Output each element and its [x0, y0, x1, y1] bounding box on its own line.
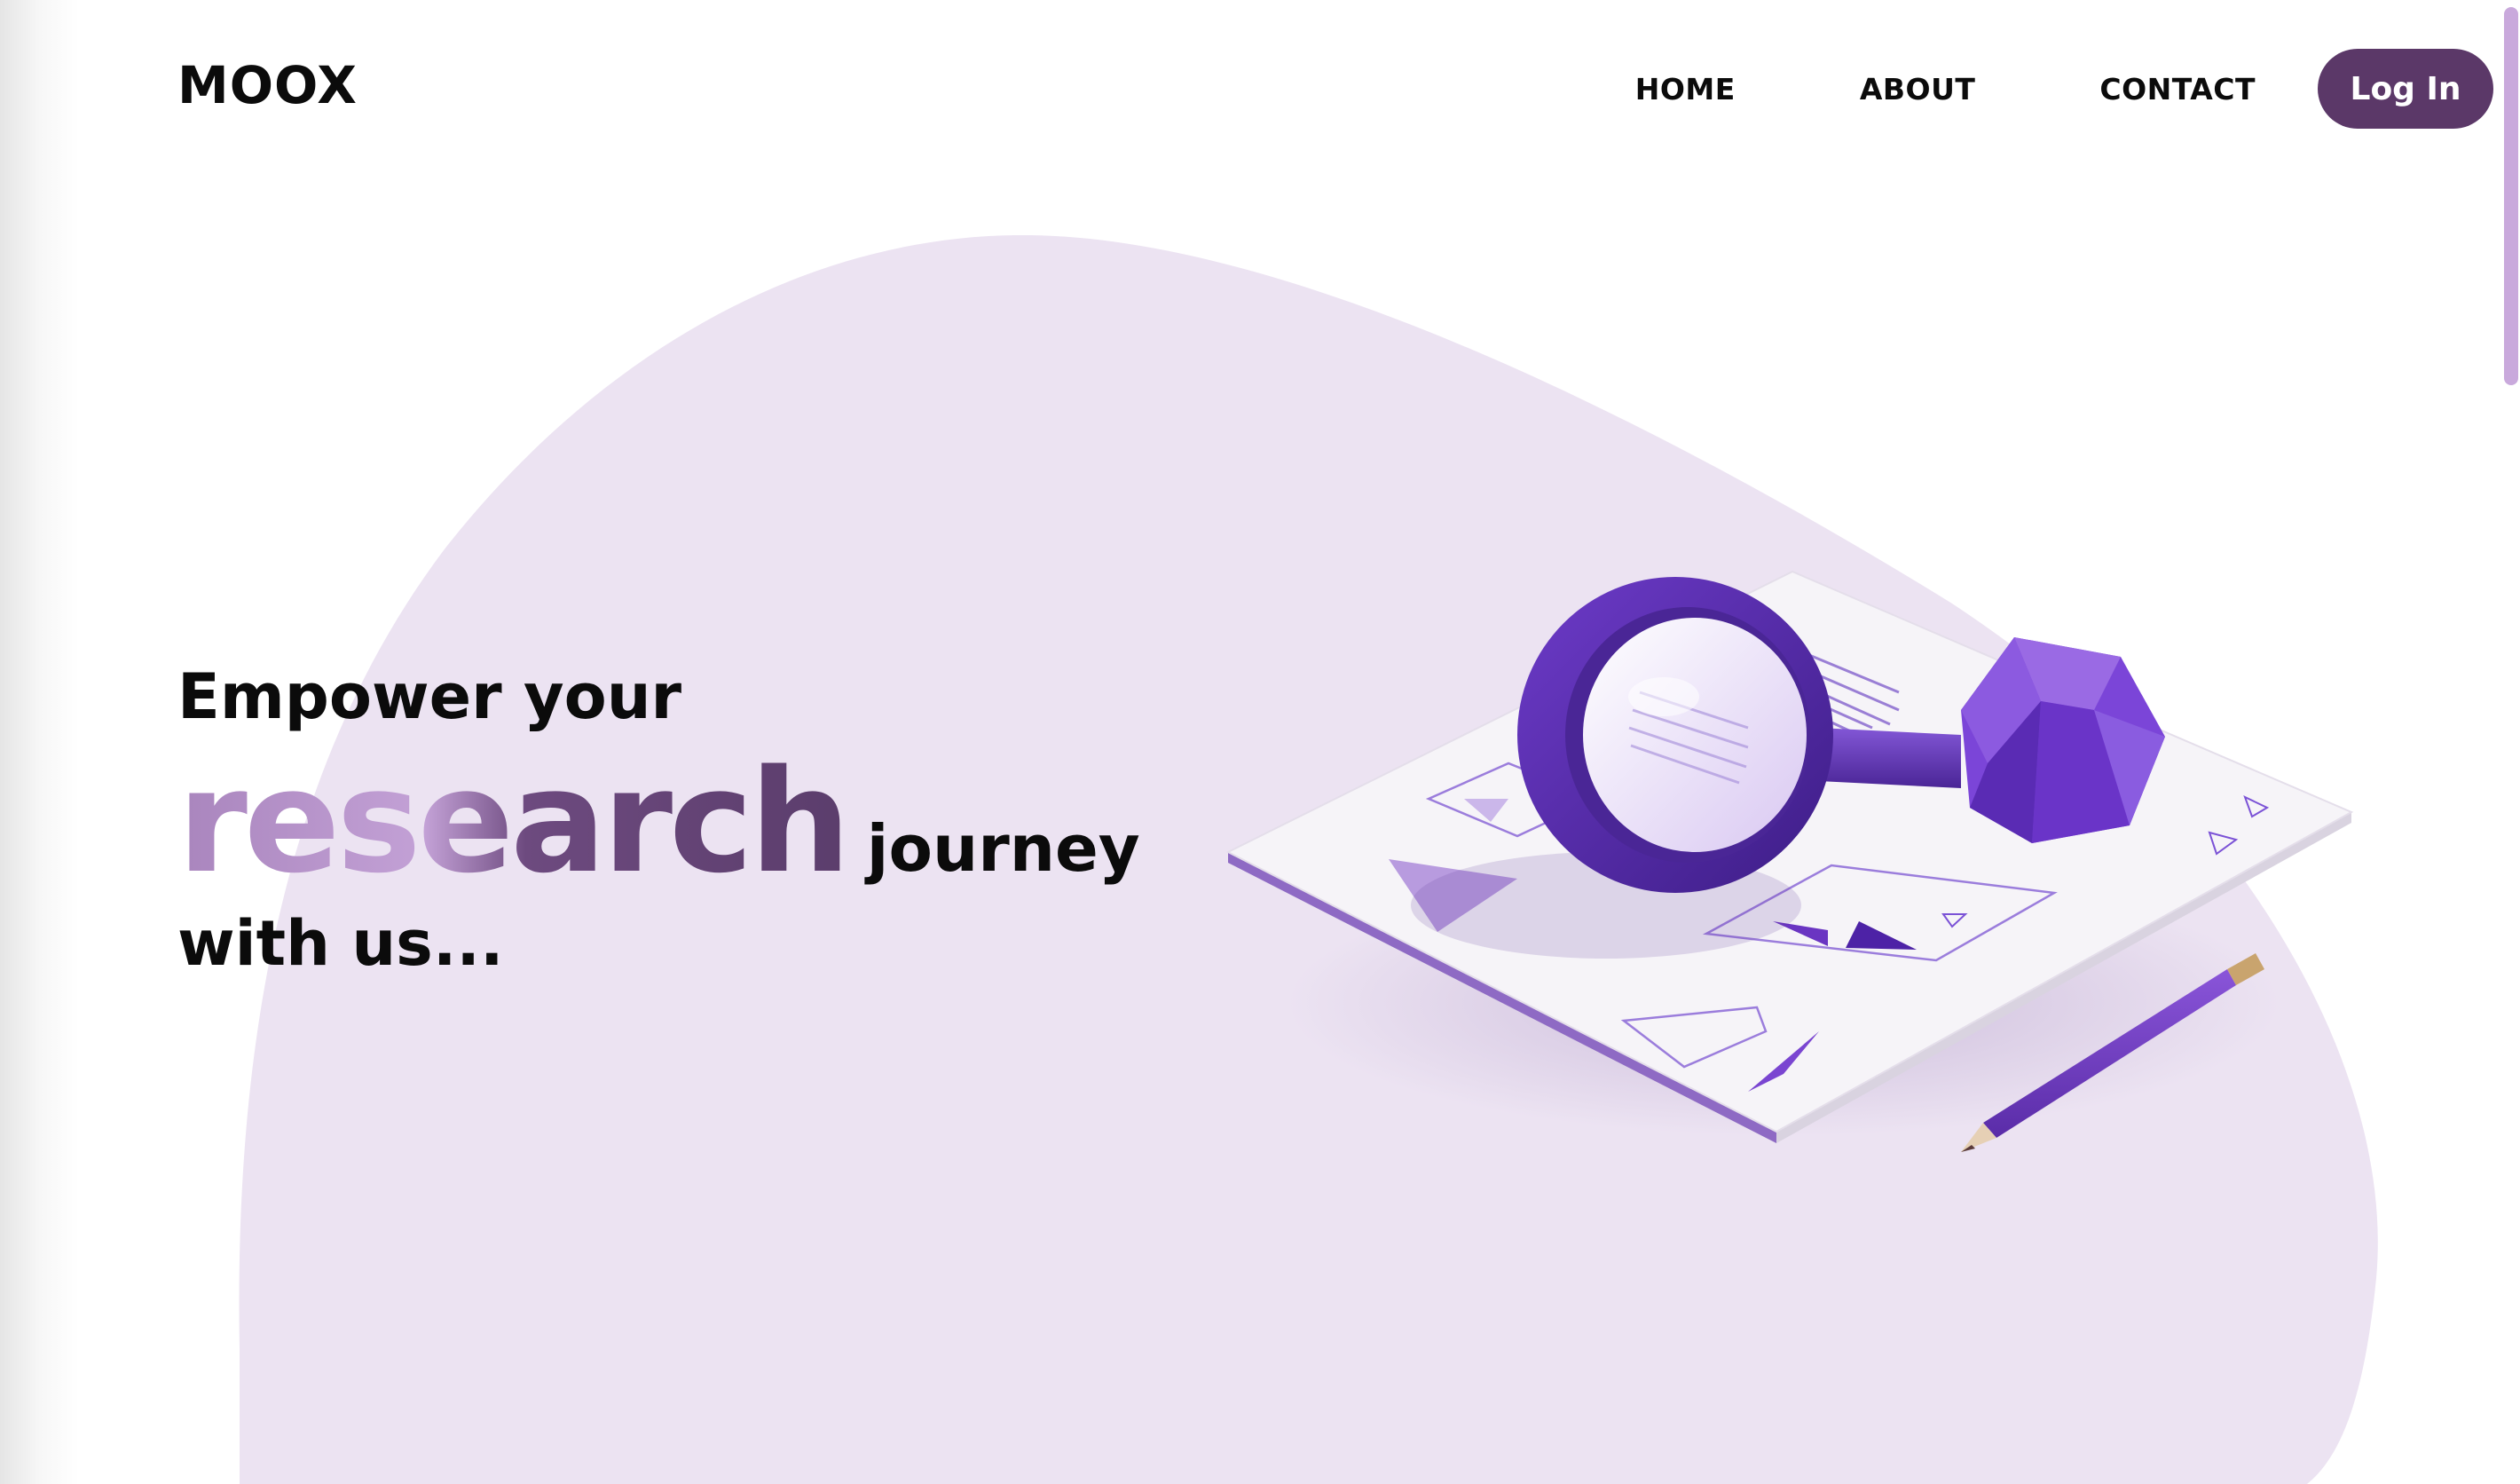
nav-home-link[interactable]: HOME [1635, 72, 1736, 107]
scrollbar[interactable] [2500, 0, 2520, 1484]
landing-page: MOOX HOME ABOUT CONTACT Log In Empower y… [0, 0, 2520, 1484]
hero-line-3: with us... [177, 907, 504, 980]
hero-highlight-word: research [177, 738, 851, 904]
login-button[interactable]: Log In [2318, 49, 2493, 129]
hero-line-2: research journey [177, 751, 1140, 893]
scrollbar-thumb[interactable] [2504, 7, 2518, 385]
brand-logo[interactable]: MOOX [177, 55, 358, 115]
magnifier-document-illustration [1225, 570, 2354, 1152]
magnifier-lens [1517, 577, 1833, 893]
hero-line-1: Empower your [177, 660, 682, 733]
nav-contact-link[interactable]: CONTACT [2099, 72, 2256, 107]
nav-about-link[interactable]: ABOUT [1860, 72, 1976, 107]
main-nav: HOME ABOUT CONTACT Log In [1635, 48, 2493, 130]
hero-line-2-tail: journey [866, 811, 1140, 886]
hero-heading: Empower your research journey with us... [177, 666, 1140, 975]
